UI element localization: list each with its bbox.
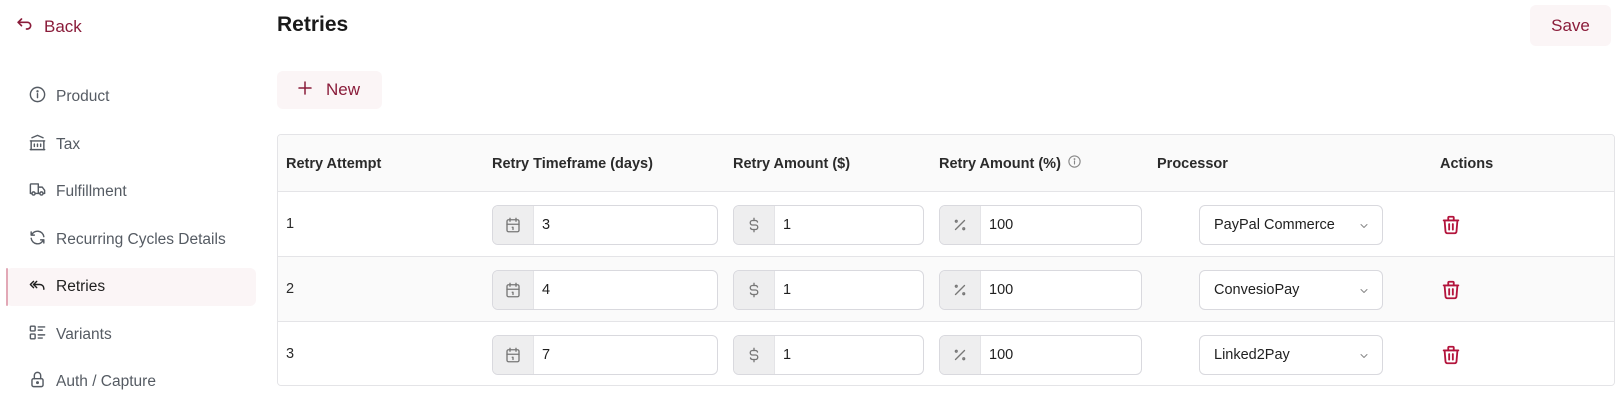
retries-table: Retry Attempt Retry Timeframe (days) Ret… [277, 134, 1615, 386]
processor-value: Linked2Pay [1214, 347, 1290, 363]
amount-usd-value: 1 [783, 347, 792, 363]
column-header-processor: Processor [1157, 155, 1228, 172]
processor-select[interactable]: PayPal Commerce [1199, 205, 1383, 245]
delete-button[interactable] [1440, 344, 1462, 366]
info-circle-icon [28, 85, 47, 109]
sidebar-item-label: Retries [56, 278, 106, 295]
trash-icon [1440, 280, 1462, 305]
amount-usd-value: 1 [783, 217, 792, 233]
sidebar-item-tax[interactable]: Tax [6, 126, 256, 164]
new-retry-button[interactable]: New [277, 71, 382, 109]
amount-pct-input[interactable]: 100 [939, 270, 1142, 310]
processor-select[interactable]: Linked2Pay [1199, 335, 1383, 375]
timeframe-value: 3 [542, 217, 551, 233]
dollar-icon [734, 206, 775, 244]
sidebar-item-auth-capture[interactable]: Auth / Capture [6, 363, 256, 401]
dollar-icon [734, 336, 775, 374]
save-button[interactable]: Save [1530, 5, 1611, 46]
timeframe-input[interactable]: 7 [492, 335, 718, 375]
refresh-icon [28, 228, 47, 252]
amount-pct-value: 100 [989, 347, 1014, 363]
column-header-label: Retry Amount (%) [939, 155, 1061, 172]
delete-button[interactable] [1440, 214, 1462, 236]
table-header: Retry Attempt Retry Timeframe (days) Ret… [278, 135, 1614, 192]
delete-button[interactable] [1440, 279, 1462, 301]
retry-attempt-cell: 2 [286, 281, 295, 297]
table-row: 2 4 1 100 ConvesioPay [278, 257, 1614, 322]
percentage-icon [940, 336, 981, 374]
column-header-amount-pct: Retry Amount (%) [939, 135, 1082, 192]
column-header-actions: Actions [1440, 155, 1494, 172]
arrow-back-icon [14, 14, 34, 39]
calendar-icon [493, 336, 534, 374]
bank-icon [28, 133, 47, 157]
back-link[interactable]: Back [14, 14, 82, 39]
amount-pct-value: 100 [989, 282, 1014, 298]
timeframe-input[interactable]: 4 [492, 270, 718, 310]
amount-pct-value: 100 [989, 217, 1014, 233]
list-details-icon [28, 323, 47, 347]
sidebar-item-label: Variants [56, 325, 112, 343]
timeframe-value: 4 [542, 282, 551, 298]
sidebar-item-label: Recurring Cycles Details [56, 230, 226, 248]
sidebar-item-retries[interactable]: Retries [6, 268, 256, 306]
sidebar-item-label: Product [56, 88, 110, 105]
percentage-icon [940, 271, 981, 309]
sidebar-item-label: Auth / Capture [56, 373, 156, 390]
timeframe-input[interactable]: 3 [492, 205, 718, 245]
sidebar-item-label: Tax [56, 135, 81, 153]
column-header-amount-usd: Retry Amount ($) [733, 155, 851, 172]
column-header-timeframe: Retry Timeframe (days) [492, 155, 653, 172]
sidebar-nav: Product Tax Fulfillment Recurring Cycles… [6, 78, 256, 411]
amount-usd-input[interactable]: 1 [733, 270, 924, 310]
table-row: 3 7 1 100 Linked2Pay [278, 322, 1614, 385]
amount-usd-input[interactable]: 1 [733, 335, 924, 375]
calendar-icon [493, 206, 534, 244]
table-row: 1 3 1 100 PayPal Commerce [278, 192, 1614, 257]
trash-icon [1440, 345, 1462, 370]
page-title: Retries [277, 13, 349, 36]
back-label: Back [44, 16, 82, 36]
retry-attempt-cell: 3 [286, 346, 295, 362]
lock-icon [28, 370, 47, 394]
trash-icon [1440, 215, 1462, 240]
truck-icon [28, 180, 47, 204]
amount-usd-input[interactable]: 1 [733, 205, 924, 245]
percentage-icon [940, 206, 981, 244]
timeframe-value: 7 [542, 347, 551, 363]
sidebar-item-fulfillment[interactable]: Fulfillment [6, 173, 256, 211]
sidebar-item-product[interactable]: Product [6, 78, 256, 116]
sidebar-item-recurring-cycles[interactable]: Recurring Cycles Details [6, 221, 256, 259]
amount-usd-value: 1 [783, 282, 792, 298]
processor-value: ConvesioPay [1214, 282, 1300, 298]
calendar-icon [493, 271, 534, 309]
new-button-label: New [326, 80, 361, 99]
amount-pct-input[interactable]: 100 [939, 335, 1142, 375]
plus-icon [296, 79, 314, 102]
amount-pct-input[interactable]: 100 [939, 205, 1142, 245]
reply-all-icon [28, 275, 47, 299]
info-circle-icon[interactable] [1067, 154, 1082, 173]
column-header-attempt: Retry Attempt [286, 155, 382, 172]
retry-attempt-cell: 1 [286, 216, 295, 232]
sidebar-item-label: Fulfillment [56, 183, 127, 200]
sidebar-item-variants[interactable]: Variants [6, 316, 256, 354]
processor-value: PayPal Commerce [1214, 217, 1335, 233]
dollar-icon [734, 271, 775, 309]
processor-select[interactable]: ConvesioPay [1199, 270, 1383, 310]
